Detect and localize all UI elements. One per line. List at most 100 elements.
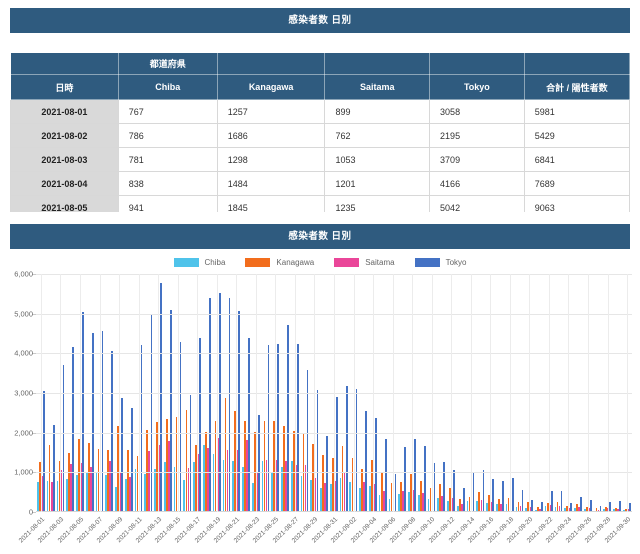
- bar-tokyo[interactable]: [151, 314, 153, 512]
- bar-tokyo[interactable]: [385, 439, 387, 513]
- table-row: 2021-08-059411845123550429063: [11, 196, 630, 213]
- y-axis-label: 1,000: [6, 468, 33, 477]
- empty-header-cell: [325, 53, 430, 75]
- value-cell: 767: [118, 100, 217, 124]
- bar-tokyo[interactable]: [277, 344, 279, 512]
- v-gridline: [41, 274, 42, 512]
- v-gridline: [588, 274, 589, 512]
- bar-tokyo[interactable]: [199, 338, 201, 512]
- bar-tokyo[interactable]: [268, 345, 270, 512]
- bar-tokyo[interactable]: [307, 370, 309, 512]
- bar-tokyo[interactable]: [492, 479, 494, 512]
- v-gridline: [60, 274, 61, 512]
- bar-tokyo[interactable]: [63, 365, 65, 512]
- bar-tokyo[interactable]: [141, 345, 143, 512]
- v-gridline: [354, 274, 355, 512]
- bar-tokyo[interactable]: [336, 397, 338, 512]
- legend-item-tokyo[interactable]: Tokyo: [415, 258, 467, 267]
- bar-tokyo[interactable]: [443, 462, 445, 512]
- v-gridline: [529, 274, 530, 512]
- bar-tokyo[interactable]: [424, 446, 426, 512]
- table-column-header-row: 日時 Chiba Kanagawa Saitama Tokyo 合計 / 陽性者…: [11, 75, 630, 100]
- v-gridline: [393, 274, 394, 512]
- bar-tokyo[interactable]: [512, 478, 514, 512]
- value-cell: 899: [325, 100, 430, 124]
- v-gridline: [119, 274, 120, 512]
- bar-tokyo[interactable]: [522, 490, 524, 512]
- bar-tokyo[interactable]: [326, 436, 328, 512]
- v-gridline: [100, 274, 101, 512]
- bar-tokyo[interactable]: [258, 415, 260, 512]
- bar-tokyo[interactable]: [170, 310, 172, 512]
- value-cell: 1053: [325, 148, 430, 172]
- legend-label: Tokyo: [446, 258, 467, 267]
- bar-tokyo[interactable]: [580, 497, 582, 512]
- value-cell: 5042: [430, 196, 525, 213]
- bar-tokyo[interactable]: [190, 395, 192, 512]
- legend-swatch-kanagawa: [245, 258, 270, 267]
- y-axis-label: 3,000: [6, 389, 33, 398]
- v-gridline: [178, 274, 179, 512]
- bar-tokyo[interactable]: [160, 283, 162, 512]
- v-gridline: [217, 274, 218, 512]
- v-gridline: [275, 274, 276, 512]
- v-gridline: [451, 274, 452, 512]
- value-cell: 9063: [524, 196, 629, 213]
- v-gridline: [568, 274, 569, 512]
- value-cell: 3709: [430, 148, 525, 172]
- bar-tokyo[interactable]: [53, 425, 55, 512]
- legend-label: Chiba: [205, 258, 226, 267]
- bar-tokyo[interactable]: [297, 344, 299, 512]
- legend-swatch-chiba: [174, 258, 199, 267]
- bar-tokyo[interactable]: [317, 390, 319, 512]
- v-gridline: [432, 274, 433, 512]
- bar-tokyo[interactable]: [82, 312, 84, 512]
- legend-item-kanagawa[interactable]: Kanagawa: [245, 258, 314, 267]
- v-gridline: [412, 274, 413, 512]
- bar-tokyo[interactable]: [453, 470, 455, 512]
- value-cell: 1257: [217, 100, 325, 124]
- bar-tokyo[interactable]: [209, 298, 211, 512]
- bar-tokyo[interactable]: [404, 447, 406, 512]
- bar-tokyo[interactable]: [102, 331, 104, 512]
- empty-header-cell: [430, 53, 525, 75]
- bar-tokyo[interactable]: [463, 488, 465, 512]
- value-cell: 838: [118, 172, 217, 196]
- value-cell: 781: [118, 148, 217, 172]
- bar-tokyo[interactable]: [219, 293, 221, 513]
- bar-tokyo[interactable]: [180, 342, 182, 512]
- bar-tokyo[interactable]: [551, 491, 553, 512]
- legend-item-chiba[interactable]: Chiba: [174, 258, 226, 267]
- bar-tokyo[interactable]: [43, 391, 45, 512]
- date-cell: 2021-08-02: [11, 124, 119, 148]
- legend-item-saitama[interactable]: Saitama: [334, 258, 394, 267]
- bar-tokyo[interactable]: [473, 472, 475, 512]
- bar-tokyo[interactable]: [346, 386, 348, 512]
- value-cell: 5981: [524, 100, 629, 124]
- bar-tokyo[interactable]: [229, 298, 231, 512]
- bar-tokyo[interactable]: [356, 389, 358, 512]
- bar-tokyo[interactable]: [434, 463, 436, 512]
- bar-tokyo[interactable]: [502, 481, 504, 512]
- column-header-date: 日時: [11, 75, 119, 100]
- bar-tokyo[interactable]: [72, 347, 74, 512]
- bar-tokyo[interactable]: [92, 333, 94, 512]
- bar-tokyo[interactable]: [483, 470, 485, 512]
- bar-tokyo[interactable]: [238, 311, 240, 512]
- table-row: 2021-08-037811298105337096841: [11, 148, 630, 172]
- y-axis-label: 4,000: [6, 349, 33, 358]
- y-axis-label: 6,000: [6, 270, 33, 279]
- bar-tokyo[interactable]: [111, 351, 113, 512]
- column-header-tokyo: Tokyo: [430, 75, 525, 100]
- bar-tokyo[interactable]: [365, 411, 367, 512]
- bar-tokyo[interactable]: [248, 338, 250, 512]
- value-cell: 6841: [524, 148, 629, 172]
- v-gridline: [236, 274, 237, 512]
- bar-tokyo[interactable]: [561, 491, 563, 512]
- plot-area: 01,0002,0003,0004,0005,0006,0002021-08-0…: [36, 274, 632, 512]
- bar-tokyo[interactable]: [121, 398, 123, 512]
- bar-tokyo[interactable]: [131, 408, 133, 512]
- bar-tokyo[interactable]: [395, 474, 397, 512]
- bar-tokyo[interactable]: [414, 439, 416, 512]
- table-panel-title: 感染者数 日別: [10, 8, 630, 33]
